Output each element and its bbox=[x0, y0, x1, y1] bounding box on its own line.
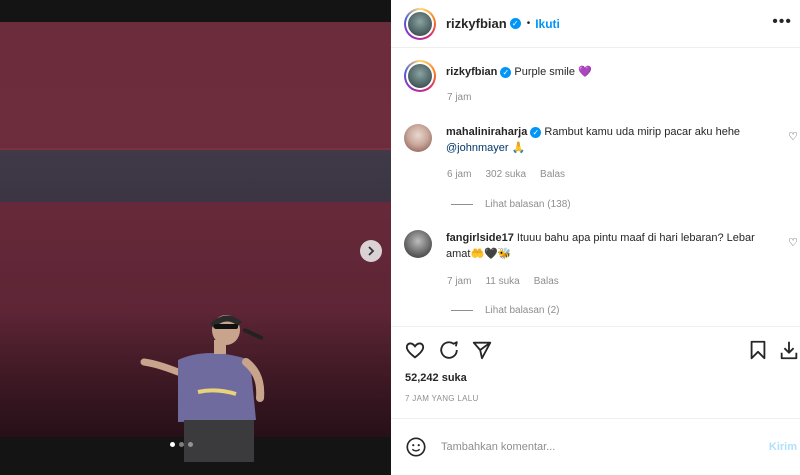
comment-mention[interactable]: @johnmayer bbox=[446, 142, 509, 154]
reply-button[interactable]: Balas bbox=[534, 276, 559, 287]
caption-text: Purple smile 💜 bbox=[514, 66, 592, 78]
view-replies[interactable]: Lihat balasan (138) bbox=[451, 199, 571, 210]
comment-time: 6 jam bbox=[447, 169, 472, 180]
follow-button[interactable]: Ikuti bbox=[535, 17, 560, 31]
comment-icon[interactable] bbox=[438, 339, 460, 361]
carousel-dot bbox=[188, 442, 193, 447]
stage-backdrop-band bbox=[0, 150, 391, 202]
comment-time: 7 jam bbox=[447, 276, 472, 287]
verified-badge-icon: ✓ bbox=[509, 18, 521, 29]
comment-row: mahaliniraharja ✓ Rambut kamu uda mirip p… bbox=[404, 124, 766, 156]
comment-username[interactable]: mahaliniraharja bbox=[446, 126, 527, 138]
replies-divider bbox=[451, 310, 473, 311]
comment-like-icon[interactable]: ♡ bbox=[788, 236, 798, 249]
share-icon[interactable] bbox=[471, 339, 493, 361]
like-count[interactable]: 52,242 suka bbox=[405, 372, 467, 384]
comment-likes[interactable]: 302 suka bbox=[485, 169, 526, 180]
commenter-avatar[interactable] bbox=[404, 124, 432, 152]
comments-list: rizkyfbian ✓ Purple smile 💜 7 jam mahalin… bbox=[391, 48, 800, 326]
caption-story-ring[interactable] bbox=[404, 60, 436, 92]
download-icon[interactable] bbox=[778, 339, 800, 361]
replies-divider bbox=[451, 204, 473, 205]
comment-meta: 7 jam 11 suka Balas bbox=[447, 276, 559, 287]
verified-badge-icon: ✓ bbox=[500, 66, 512, 78]
story-ring[interactable] bbox=[404, 7, 436, 40]
comment-input[interactable]: Tambahkan komentar... bbox=[441, 441, 555, 453]
carousel-dot bbox=[179, 442, 184, 447]
avatar bbox=[408, 11, 432, 36]
caption-meta: 7 jam bbox=[447, 92, 471, 103]
post-header: rizkyfbian ✓ • Ikuti ••• bbox=[391, 0, 800, 48]
comment-username[interactable]: fangirlside17 bbox=[446, 232, 514, 244]
heart-icon[interactable] bbox=[404, 339, 426, 361]
caption-time: 7 jam bbox=[447, 92, 472, 103]
caption-avatar bbox=[408, 64, 432, 88]
post-timestamp: 7 JAM YANG LALU bbox=[405, 394, 479, 403]
commenter-avatar[interactable] bbox=[404, 230, 432, 258]
next-slide-button[interactable] bbox=[360, 240, 382, 262]
comment-meta: 6 jam 302 suka Balas bbox=[447, 169, 565, 180]
comment-text: Rambut kamu uda mirip pacar aku hehe bbox=[544, 126, 741, 138]
action-bar bbox=[391, 326, 800, 376]
caption-username[interactable]: rizkyfbian bbox=[446, 66, 497, 78]
comment-likes[interactable]: 11 suka bbox=[485, 276, 519, 287]
header-separator: • bbox=[526, 18, 531, 29]
comment-composer: Tambahkan komentar... Kirim bbox=[391, 418, 800, 475]
author-username[interactable]: rizkyfbian bbox=[446, 16, 507, 31]
more-options-icon[interactable]: ••• bbox=[772, 13, 792, 31]
post-media bbox=[0, 0, 391, 475]
reply-button[interactable]: Balas bbox=[540, 169, 565, 180]
comment-emoji: 🙏 bbox=[508, 142, 526, 154]
post-sidebar: rizkyfbian ✓ • Ikuti ••• rizkyfbian ✓ Pur… bbox=[391, 0, 800, 475]
post-comment-button[interactable]: Kirim bbox=[769, 441, 797, 453]
performer-figure bbox=[140, 315, 265, 462]
chevron-right-icon bbox=[368, 246, 375, 256]
view-replies-label[interactable]: Lihat balasan (138) bbox=[485, 199, 571, 210]
carousel-dot bbox=[170, 442, 175, 447]
verified-badge-icon: ✓ bbox=[530, 126, 542, 138]
post-photo bbox=[0, 22, 391, 462]
caption-row: rizkyfbian ✓ Purple smile 💜 bbox=[404, 60, 592, 92]
view-replies-label[interactable]: Lihat balasan (2) bbox=[485, 305, 560, 316]
comment-like-icon[interactable]: ♡ bbox=[788, 130, 798, 143]
bookmark-icon[interactable] bbox=[747, 339, 769, 361]
comment-row: fangirlside17 Ituuu bahu apa pintu maaf … bbox=[404, 230, 766, 262]
emoji-icon[interactable] bbox=[405, 436, 427, 458]
view-replies[interactable]: Lihat balasan (2) bbox=[451, 305, 560, 316]
carousel-indicator bbox=[170, 442, 193, 447]
